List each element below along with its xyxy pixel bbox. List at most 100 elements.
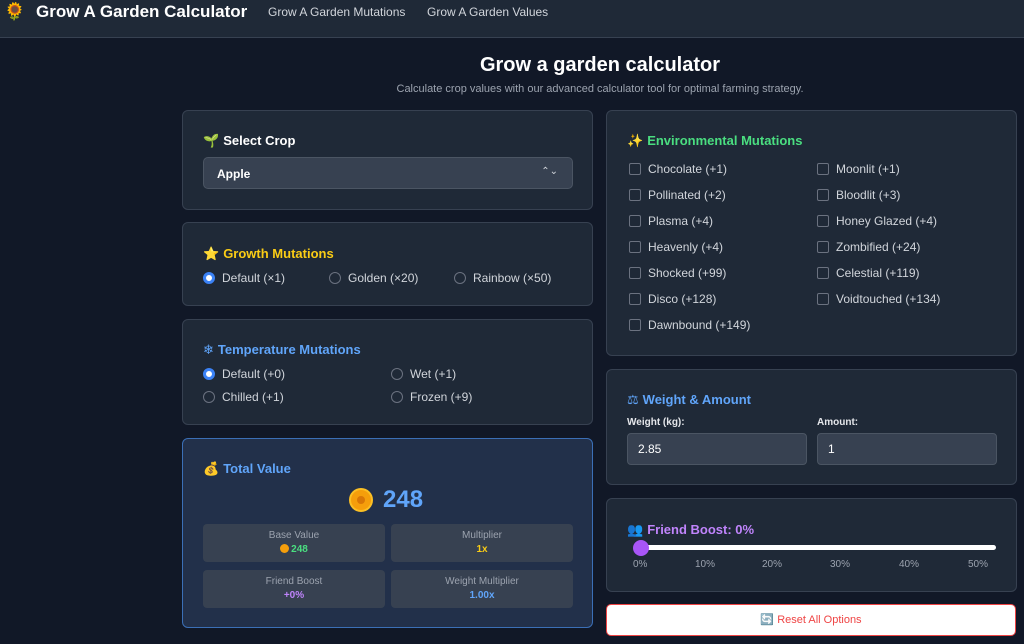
multiplier-label: Multiplier	[461, 530, 502, 541]
checkbox[interactable]	[629, 241, 641, 253]
checkbox[interactable]	[629, 189, 641, 201]
weight-multiplier-value: 1.00x	[469, 590, 495, 601]
env-option-chocolate[interactable]: Chocolate (+1)	[629, 162, 727, 176]
radio-unchecked[interactable]	[203, 391, 215, 403]
weight-input[interactable]: 2.85	[627, 433, 807, 465]
coin-icon	[280, 544, 290, 553]
refresh-icon: 🔄	[760, 614, 775, 626]
sparkles-icon: ✨	[627, 133, 644, 148]
radio-checked[interactable]	[203, 272, 215, 284]
checkbox[interactable]	[817, 189, 829, 201]
coin-icon	[349, 488, 373, 512]
growth-mutations-title: ⭐ Growth Mutations	[203, 246, 334, 261]
weight-amount-title: ⚖ Weight & Amount	[627, 392, 751, 407]
friend-boost-title: 👥 Friend Boost: 0%	[627, 522, 755, 537]
brand-title[interactable]: Grow A Garden Calculator	[36, 2, 247, 22]
env-option-voidtouched[interactable]: Voidtouched (+134)	[817, 292, 940, 306]
env-option-dawnbound[interactable]: Dawnbound (+149)	[629, 318, 750, 332]
weight-amount-card: ⚖ Weight & Amount Weight (kg): Amount: 2.…	[606, 369, 1017, 485]
checkbox[interactable]	[817, 267, 829, 279]
page-subtitle: Calculate crop values with our advanced …	[396, 83, 804, 95]
slider-tick-10: 10%	[695, 559, 716, 570]
total-value-card: 💰 Total Value 248 Base Value 248 Multipli…	[182, 438, 593, 628]
env-option-shocked[interactable]: Shocked (+99)	[629, 266, 726, 280]
reset-all-button[interactable]: 🔄 Reset All Options	[606, 604, 1016, 636]
friend-boost-label: Friend Boost	[265, 576, 323, 587]
multiplier-stat: Multiplier 1x	[391, 524, 573, 562]
radio-unchecked[interactable]	[391, 368, 403, 380]
select-crop-title: 🌱 Select Crop	[203, 133, 296, 148]
total-value-number: 248	[383, 486, 424, 513]
temperature-option-wet[interactable]: Wet (+1)	[391, 367, 456, 381]
slider-tick-20: 20%	[762, 559, 783, 570]
friend-boost-slider-track[interactable]	[641, 545, 996, 550]
env-option-celestial[interactable]: Celestial (+119)	[817, 266, 919, 280]
temperature-option-chilled[interactable]: Chilled (+1)	[203, 390, 284, 404]
friend-boost-value: +0%	[283, 590, 305, 601]
checkbox[interactable]	[817, 241, 829, 253]
weight-multiplier-stat: Weight Multiplier 1.00x	[391, 570, 573, 608]
checkbox[interactable]	[817, 293, 829, 305]
env-option-pollinated[interactable]: Pollinated (+2)	[629, 188, 726, 202]
checkbox[interactable]	[817, 163, 829, 175]
env-option-honey-glazed[interactable]: Honey Glazed (+4)	[817, 214, 937, 228]
temperature-mutations-title: ❄ Temperature Mutations	[203, 342, 361, 357]
env-option-zombified[interactable]: Zombified (+24)	[817, 240, 920, 254]
total-value-title: 💰 Total Value	[203, 461, 291, 476]
temperature-option-frozen[interactable]: Frozen (+9)	[391, 390, 472, 404]
checkbox[interactable]	[817, 215, 829, 227]
slider-tick-30: 30%	[830, 559, 851, 570]
star-icon: ⭐	[203, 246, 220, 261]
slider-tick-50: 50%	[968, 559, 989, 570]
environmental-mutations-card: ✨ Environmental Mutations Chocolate (+1) …	[606, 110, 1017, 356]
growth-option-default[interactable]: Default (×1)	[203, 271, 285, 285]
temperature-option-default[interactable]: Default (+0)	[203, 367, 285, 381]
radio-checked[interactable]	[203, 368, 215, 380]
crop-select[interactable]: Apple ⌃⌄	[203, 157, 573, 189]
temperature-mutations-card: ❄ Temperature Mutations Default (+0) Wet …	[182, 319, 593, 425]
radio-unchecked[interactable]	[329, 272, 341, 284]
env-option-disco[interactable]: Disco (+128)	[629, 292, 716, 306]
weight-label: Weight (kg):	[627, 417, 685, 428]
crop-select-value: Apple	[217, 167, 251, 181]
env-option-heavenly[interactable]: Heavenly (+4)	[629, 240, 723, 254]
amount-label: Amount:	[817, 417, 859, 428]
amount-input[interactable]: 1	[817, 433, 997, 465]
friend-boost-slider-thumb[interactable]	[633, 540, 649, 556]
environmental-mutations-title: ✨ Environmental Mutations	[627, 133, 803, 148]
base-value-stat: Base Value 248	[203, 524, 385, 562]
radio-unchecked[interactable]	[454, 272, 466, 284]
slider-tick-40: 40%	[899, 559, 920, 570]
select-crop-card: 🌱 Select Crop Apple ⌃⌄	[182, 110, 593, 210]
reset-all-label: Reset All Options	[777, 614, 862, 626]
radio-unchecked[interactable]	[391, 391, 403, 403]
multiplier-value: 1x	[476, 544, 488, 555]
seedling-icon: 🌱	[203, 133, 220, 148]
page-title: Grow a garden calculator	[479, 54, 721, 76]
checkbox[interactable]	[629, 293, 641, 305]
growth-mutations-card: ⭐ Growth Mutations Default (×1) Golden (×…	[182, 222, 593, 306]
scale-icon: ⚖	[627, 392, 639, 407]
top-navbar: 🌻 Grow A Garden Calculator Grow A Garden…	[0, 0, 1024, 38]
checkbox[interactable]	[629, 163, 641, 175]
checkbox[interactable]	[629, 267, 641, 279]
chevron-updown-icon: ⌃⌄	[541, 166, 558, 177]
checkbox[interactable]	[629, 319, 641, 331]
checkbox[interactable]	[629, 215, 641, 227]
env-option-plasma[interactable]: Plasma (+4)	[629, 214, 713, 228]
weight-multiplier-label: Weight Multiplier	[445, 576, 519, 587]
base-value-label: Base Value	[268, 530, 320, 541]
growth-option-rainbow[interactable]: Rainbow (×50)	[454, 271, 551, 285]
slider-tick-0: 0%	[633, 559, 648, 570]
env-option-moonlit[interactable]: Moonlit (+1)	[817, 162, 900, 176]
growth-option-golden[interactable]: Golden (×20)	[329, 271, 418, 285]
nav-link-values[interactable]: Grow A Garden Values	[427, 4, 548, 20]
sunflower-icon: 🌻	[4, 2, 26, 21]
nav-link-mutations[interactable]: Grow A Garden Mutations	[268, 4, 405, 20]
env-option-bloodlit[interactable]: Bloodlit (+3)	[817, 188, 900, 202]
friend-boost-stat: Friend Boost +0%	[203, 570, 385, 608]
people-icon: 👥	[627, 522, 644, 537]
base-value-value: 248	[203, 544, 385, 556]
money-bag-icon: 💰	[203, 461, 220, 476]
snowflake-icon: ❄	[203, 342, 214, 357]
